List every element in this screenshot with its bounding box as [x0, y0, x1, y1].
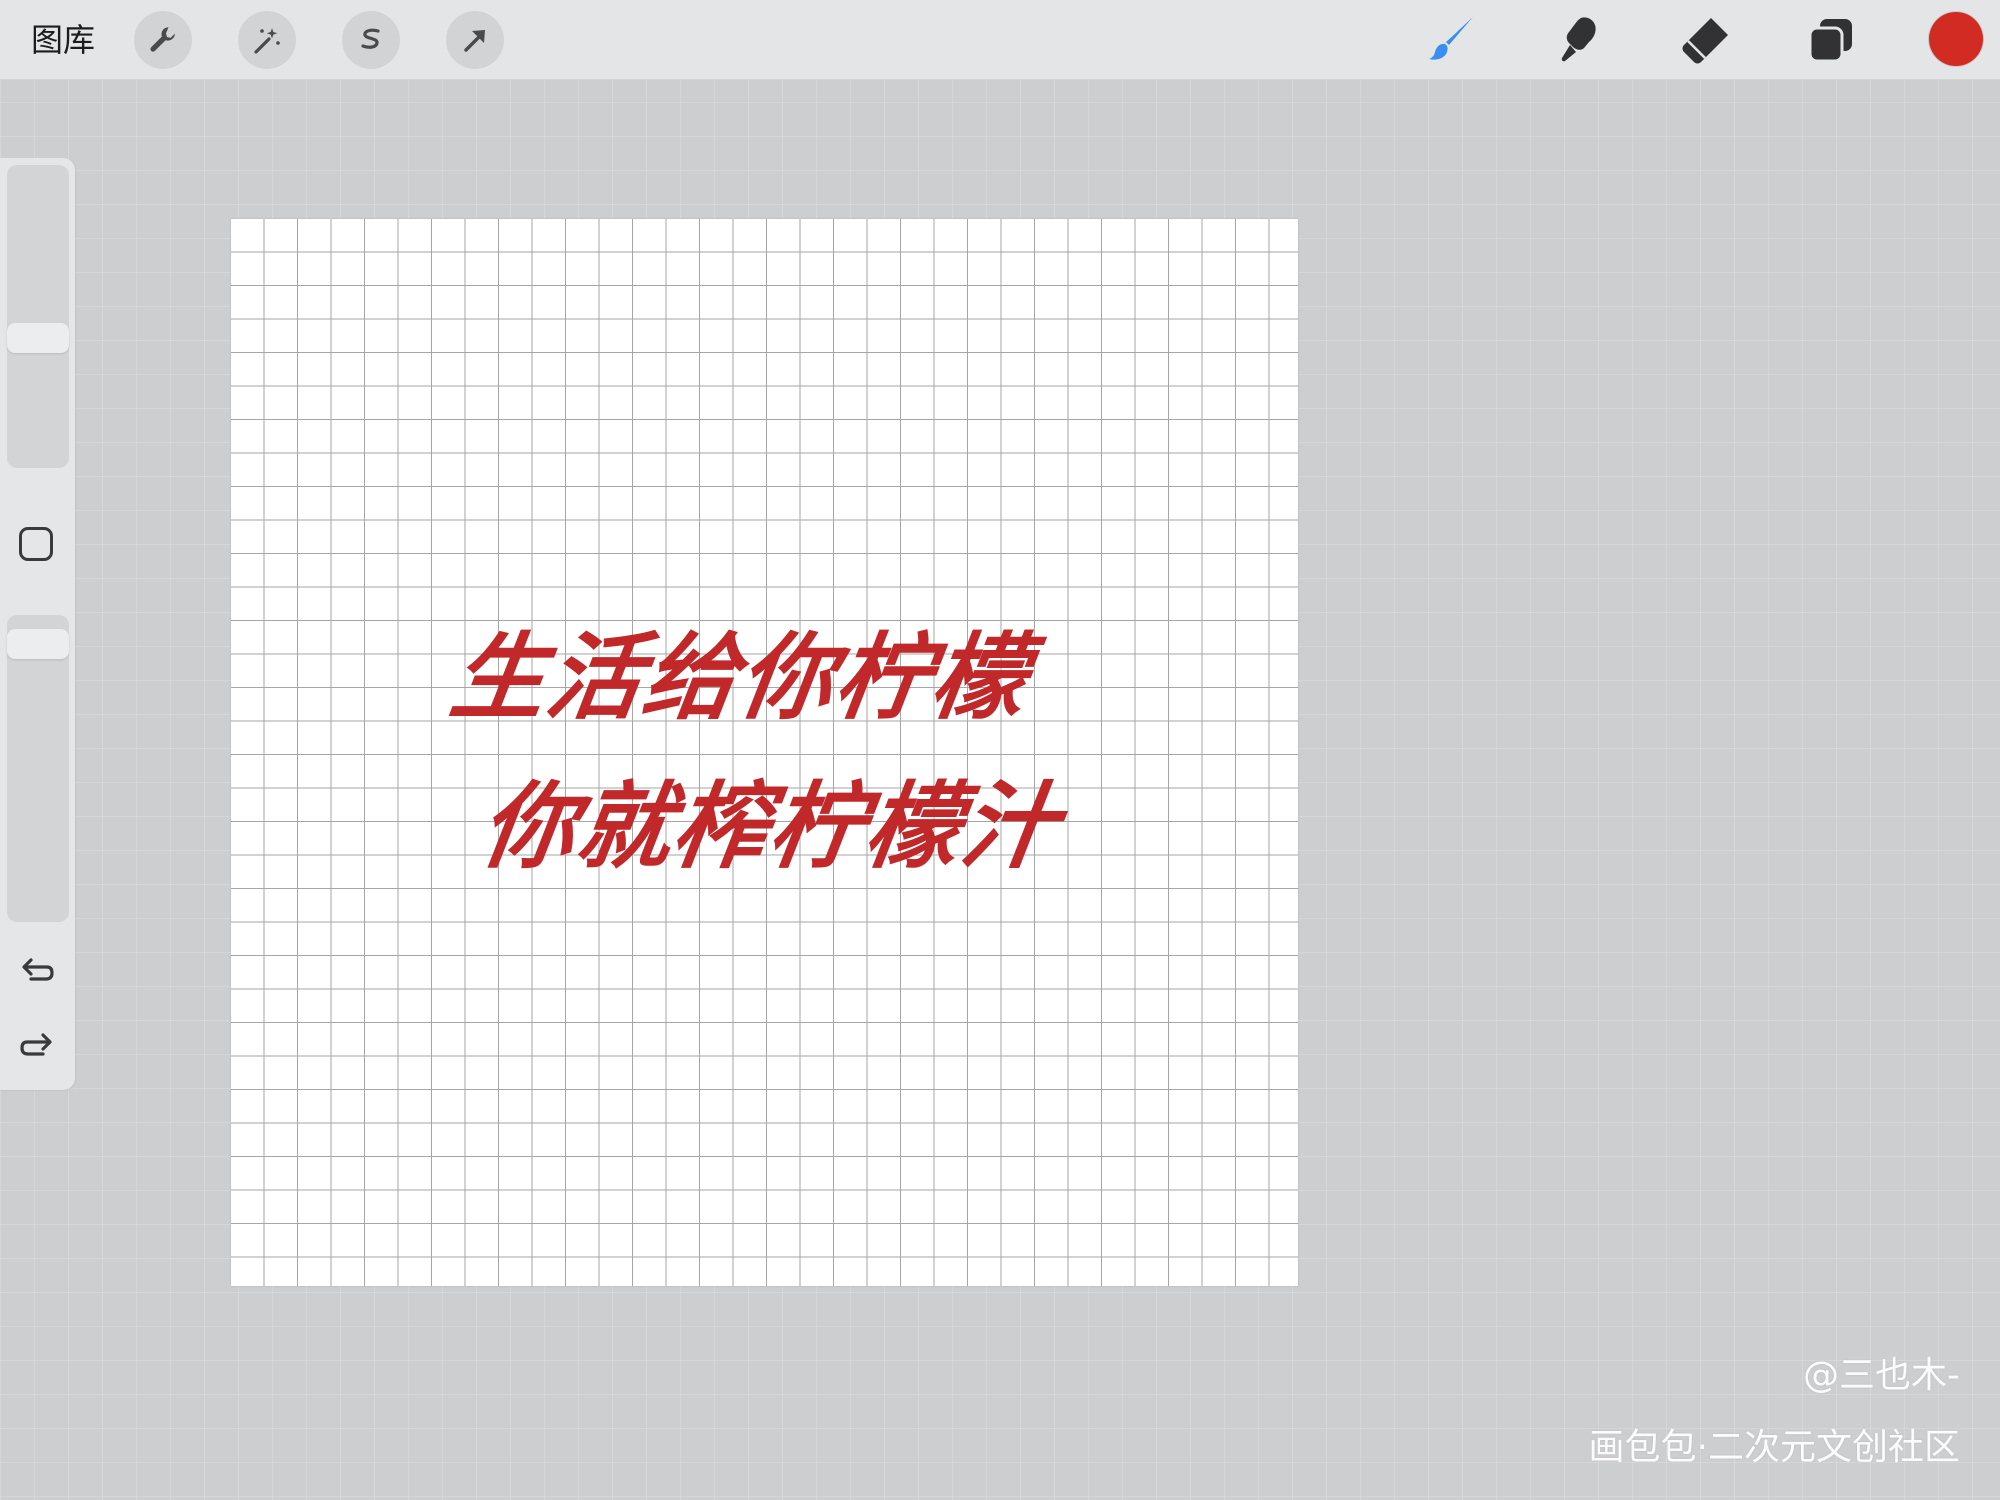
selection-button[interactable]	[342, 11, 400, 69]
gallery-link[interactable]: 图库	[31, 18, 95, 62]
brush-icon	[1429, 17, 1473, 60]
eraser-icon	[1682, 18, 1728, 64]
undo-icon	[22, 958, 54, 981]
calligraphy-line-1: 生活给你柠檬	[444, 623, 1036, 733]
brush-button[interactable]	[1425, 12, 1481, 68]
opacity-slider[interactable]	[7, 615, 69, 922]
wrench-icon	[150, 27, 175, 52]
layers-button[interactable]	[1803, 12, 1859, 68]
smudge-icon	[1561, 17, 1596, 62]
magic-wand-icon	[254, 28, 280, 54]
author-watermark: @三也木-	[1803, 1355, 1960, 1396]
top-toolbar: 图库	[0, 0, 2000, 80]
color-picker-swatch[interactable]	[1929, 12, 1983, 66]
calligraphy-line-2: 你就榨柠檬汁	[474, 772, 1066, 882]
transform-button[interactable]	[446, 11, 504, 69]
selection-icon	[361, 28, 380, 49]
site-watermark: 画包包·二次元文创社区	[1588, 1427, 1960, 1468]
smudge-button[interactable]	[1551, 12, 1607, 68]
left-sidebar	[0, 158, 75, 1090]
adjustments-button[interactable]	[238, 11, 296, 69]
opacity-handle[interactable]	[7, 629, 69, 659]
layers-icon	[1808, 19, 1852, 63]
modify-square-button[interactable]	[19, 527, 53, 561]
actions-button[interactable]	[134, 11, 192, 69]
redo-icon	[20, 1033, 52, 1056]
drawing-canvas[interactable]: 生活给你柠檬 你就榨柠檬汁	[231, 219, 1298, 1286]
brush-size-handle[interactable]	[7, 323, 69, 353]
brush-size-slider[interactable]	[7, 165, 69, 468]
eraser-button[interactable]	[1677, 12, 1733, 68]
redo-button[interactable]	[16, 1024, 58, 1066]
transform-arrow-icon	[464, 30, 485, 52]
undo-button[interactable]	[16, 949, 58, 991]
